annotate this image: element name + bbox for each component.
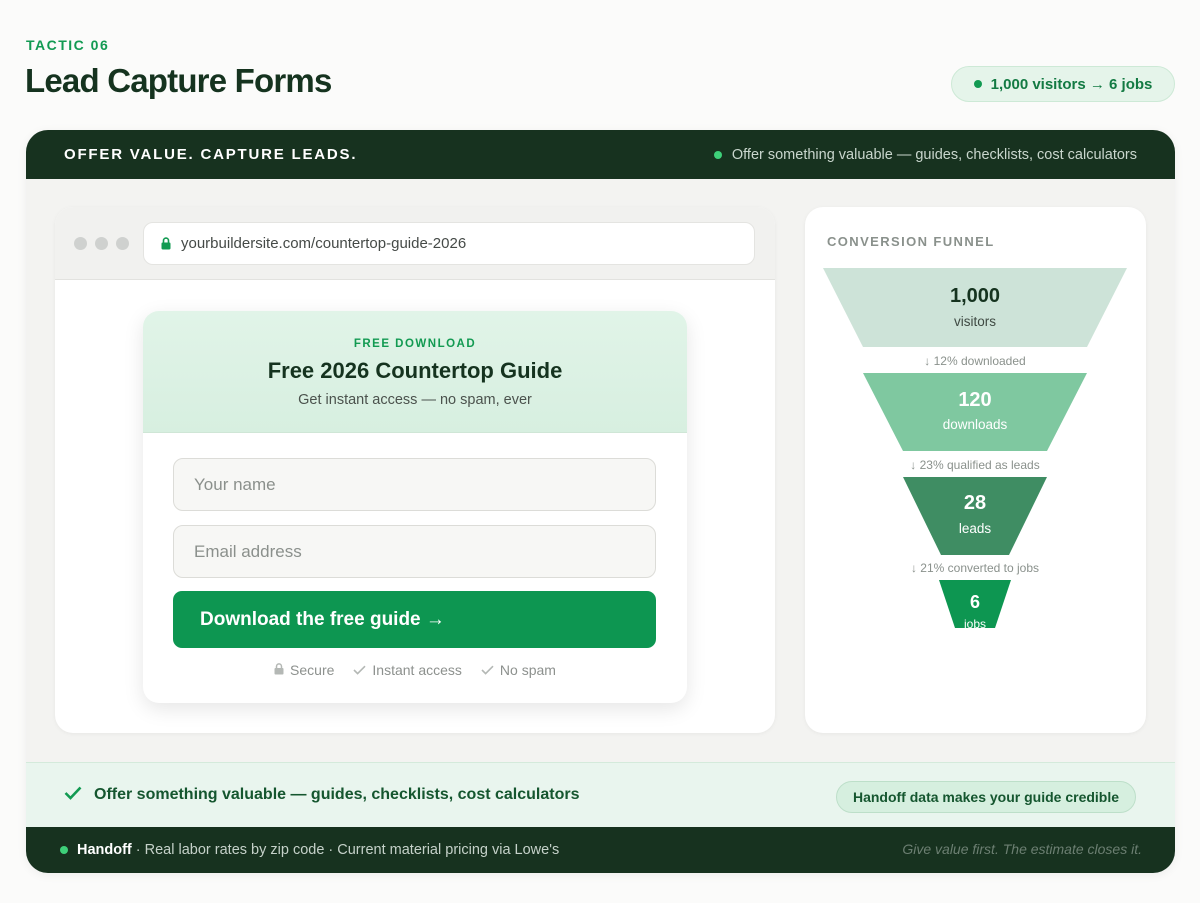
funnel-stage-leads-value: 28 [964,492,986,514]
tactic-card: OFFER VALUE. CAPTURE LEADS. Offer someth… [26,130,1175,873]
trust-badge-secure: Secure [274,662,334,678]
trust-badges: Secure Instant access No spam [143,662,687,678]
card-topbar-title: OFFER VALUE. CAPTURE LEADS. [64,146,358,163]
status-dot [713,150,722,159]
status-dot [60,846,68,854]
tactic-eyebrow: TACTIC 06 [26,37,110,53]
conversion-funnel: 1,000 visitors ↓ 12% downloaded 120 down… [823,268,1127,631]
funnel-stage-visitors [823,268,1127,347]
trust-badge-label: Instant access [372,662,462,678]
checkmark-icon [353,662,366,678]
funnel-stage-jobs-value: 6 [970,592,980,612]
credibility-badge: Handoff data makes your guide credible [836,781,1136,813]
checkmark-icon [481,662,494,678]
form-title: Free 2026 Countertop Guide [267,358,563,383]
funnel-stage-leads-label: leads [959,521,992,536]
name-field[interactable] [173,458,656,511]
conversion-funnel-panel: CONVERSION FUNNEL 1,000 visitors ↓ 12% d… [805,207,1146,733]
funnel-transition-qualified: ↓ 23% qualified as leads [910,458,1039,472]
funnel-stage-downloads-value: 120 [958,389,991,411]
download-guide-button[interactable]: Download the free guide → [173,591,656,648]
stat-pill: 1,000 visitors → 6 jobs [951,66,1175,102]
window-controls [74,237,129,250]
window-control-minimize[interactable] [95,237,108,250]
footer-brand: Handoff [77,842,132,858]
form-eyebrow: FREE DOWNLOAD [353,338,477,350]
lock-icon [161,237,171,250]
funnel-stage-visitors-value: 1,000 [950,285,1000,307]
page-title: Lead Capture Forms [25,62,332,99]
form-header: FREE DOWNLOAD Free 2026 Countertop Guide… [143,311,687,433]
funnel-stage-jobs-label: jobs [963,617,986,631]
funnel-transition-downloaded: ↓ 12% downloaded [924,354,1025,368]
trust-badge-no-spam: No spam [481,662,556,678]
trust-badge-label: Secure [290,662,335,678]
address-bar-url: yourbuildersite.com/countertop-guide-202… [181,235,467,252]
browser-chrome: yourbuildersite.com/countertop-guide-202… [55,207,775,280]
browser-mockup: yourbuildersite.com/countertop-guide-202… [55,207,775,733]
funnel-stage-downloads [863,373,1087,451]
email-field[interactable] [173,525,656,578]
card-topbar-note-text: Offer something valuable — guides, check… [731,146,1137,163]
funnel-stage-leads [903,477,1047,555]
funnel-stage-visitors-label: visitors [954,314,996,329]
window-control-close[interactable] [74,237,87,250]
trust-badge-label: No spam [499,662,556,678]
trust-badge-instant: Instant access [353,662,462,678]
highlight-text: Offer something valuable — guides, check… [94,786,580,803]
funnel-transition-converted: ↓ 21% converted to jobs [911,561,1039,575]
footer-details: · Real labor rates by zip code · Current… [131,842,560,858]
window-control-maximize[interactable] [116,237,129,250]
status-dot [973,80,982,88]
footer-tagline: Give value first. The estimate closes it… [902,841,1142,857]
form-subtitle: Get instant access — no spam, ever [298,392,532,408]
card-topbar: OFFER VALUE. CAPTURE LEADS. Offer someth… [26,130,1175,179]
highlight-bar: Offer something valuable — guides, check… [26,762,1175,827]
stat-pill-label: 1,000 visitors → 6 jobs [990,75,1153,93]
address-bar[interactable]: yourbuildersite.com/countertop-guide-202… [143,222,755,265]
funnel-stage-downloads-label: downloads [943,417,1008,432]
card-topbar-note: Offer something valuable — guides, check… [713,146,1137,163]
checkmark-icon [64,786,82,805]
lock-icon [274,662,284,678]
lead-capture-form: FREE DOWNLOAD Free 2026 Countertop Guide… [143,311,687,703]
footer-bar: Handoff · Real labor rates by zip code ·… [26,827,1175,873]
